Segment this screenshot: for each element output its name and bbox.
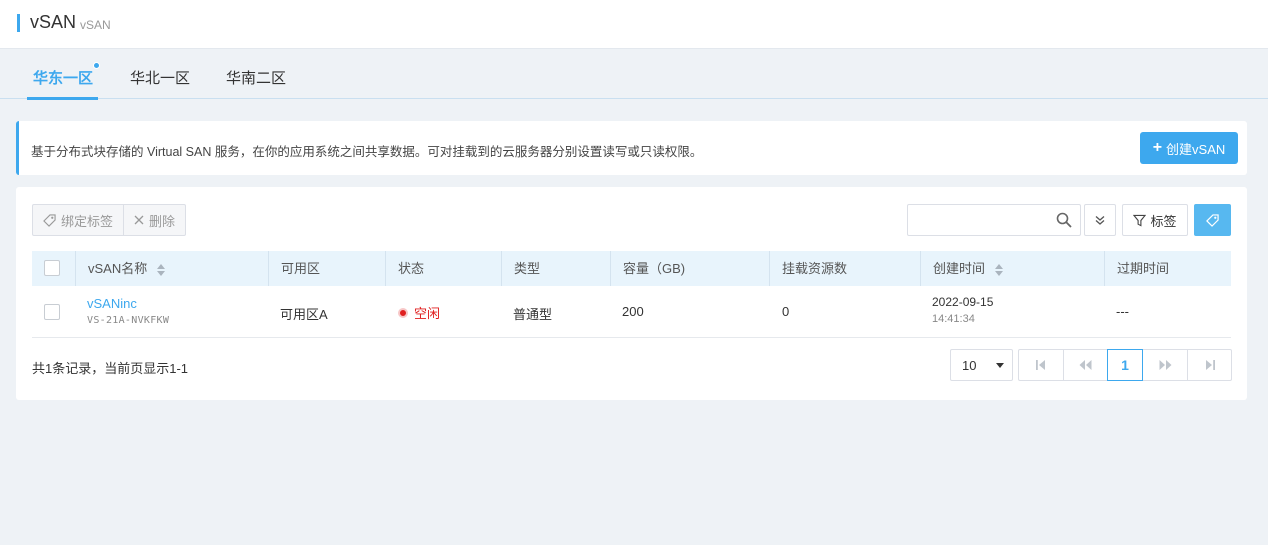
last-page-icon	[1205, 360, 1215, 370]
delete-button[interactable]: 删除	[123, 205, 185, 235]
table-row: vSANinc VS-21A-NVKFKW 可用区A 空闲 普通型 200 0 …	[32, 286, 1231, 338]
zone-value: 可用区A	[280, 307, 328, 322]
tag-manage-button[interactable]	[1194, 204, 1231, 236]
tag-icon	[1206, 213, 1219, 227]
status-dot-icon	[398, 307, 408, 318]
tab-east-china-1[interactable]: 华东一区	[33, 67, 93, 88]
tag-icon	[43, 213, 56, 227]
select-all-checkbox[interactable]	[44, 260, 60, 276]
column-header-zone: 可用区	[268, 251, 385, 286]
next-page-button[interactable]	[1143, 350, 1187, 380]
pagination: 1	[1018, 349, 1232, 381]
vsan-name-link[interactable]: vSANinc	[87, 296, 137, 311]
double-chevron-right-icon	[1159, 360, 1171, 370]
region-tabs: 华东一区 华北一区 华南二区	[0, 49, 1268, 100]
bind-tag-button[interactable]: 绑定标签	[33, 205, 123, 235]
search-icon[interactable]	[1056, 212, 1072, 228]
column-header-expire: 过期时间	[1104, 251, 1231, 286]
last-page-button[interactable]	[1187, 350, 1231, 380]
tag-filter-label: 标签	[1150, 213, 1177, 229]
first-page-button[interactable]	[1019, 350, 1063, 380]
search-box	[907, 204, 1081, 236]
filter-icon	[1133, 214, 1147, 227]
column-header-name[interactable]: vSAN名称	[75, 251, 268, 286]
created-time: 14:41:34	[932, 313, 975, 325]
double-chevron-down-icon	[1095, 216, 1105, 225]
previous-page-button[interactable]	[1063, 350, 1107, 380]
sort-icon[interactable]	[994, 263, 1003, 276]
sort-icon[interactable]	[156, 263, 165, 276]
table-header: vSAN名称 可用区 状态 类型 容量（GB) 挂载资源数 创建时间 过期时间	[32, 251, 1231, 286]
expire-value: ---	[1116, 304, 1129, 319]
column-header-mounts: 挂载资源数	[769, 251, 920, 286]
close-icon	[134, 215, 144, 225]
double-chevron-left-icon	[1079, 360, 1092, 370]
tab-north-china-1[interactable]: 华北一区	[130, 67, 190, 88]
tab-notification-dot	[93, 62, 100, 69]
create-vsan-button[interactable]: + 创建vSAN	[1140, 132, 1238, 164]
vsan-id: VS-21A-NVKFKW	[87, 315, 170, 326]
vsan-list-panel: 绑定标签 删除 标签 vSAN名称 可用区 状态 类型 容量（GB) 挂载资源数…	[16, 187, 1247, 400]
record-summary: 共1条记录，当前页显示1-1	[32, 361, 189, 376]
advanced-search-toggle[interactable]	[1084, 204, 1116, 236]
capacity-value: 200	[622, 304, 644, 319]
type-value: 普通型	[513, 307, 553, 322]
chevron-down-icon	[996, 363, 1004, 368]
title-accent-bar	[17, 14, 20, 32]
banner-description: 基于分布式块存储的 Virtual SAN 服务，在你的应用系统之间共享数据。可…	[31, 145, 703, 159]
active-tab-underline	[27, 97, 98, 100]
column-header-status: 状态	[385, 251, 501, 286]
page-title: vSAN	[30, 12, 77, 32]
batch-actions: 绑定标签 删除	[32, 204, 187, 236]
info-banner: 基于分布式块存储的 Virtual SAN 服务，在你的应用系统之间共享数据。可…	[16, 121, 1247, 175]
delete-label: 删除	[149, 213, 176, 229]
page-size-value: 10	[962, 358, 977, 373]
page-subtitle: vSAN	[80, 18, 111, 32]
search-input[interactable]	[916, 211, 1051, 229]
plus-icon: +	[1152, 139, 1163, 156]
column-header-capacity: 容量（GB)	[610, 251, 769, 286]
first-page-icon	[1036, 360, 1045, 370]
row-checkbox[interactable]	[44, 304, 60, 320]
create-vsan-label: 创建vSAN	[1166, 141, 1226, 157]
tab-south-china-2[interactable]: 华南二区	[226, 67, 286, 88]
page-size-select[interactable]: 10	[950, 349, 1013, 381]
status-badge: 空闲	[398, 303, 440, 322]
created-date: 2022-09-15	[932, 295, 994, 309]
page-number-button[interactable]: 1	[1107, 349, 1143, 381]
column-header-type: 类型	[501, 251, 610, 286]
mounts-value: 0	[782, 304, 790, 319]
page-header: vSAN vSAN	[0, 0, 1268, 49]
tag-filter-button[interactable]: 标签	[1122, 204, 1188, 236]
bind-tag-label: 绑定标签	[61, 213, 114, 229]
column-header-created[interactable]: 创建时间	[920, 251, 1104, 286]
